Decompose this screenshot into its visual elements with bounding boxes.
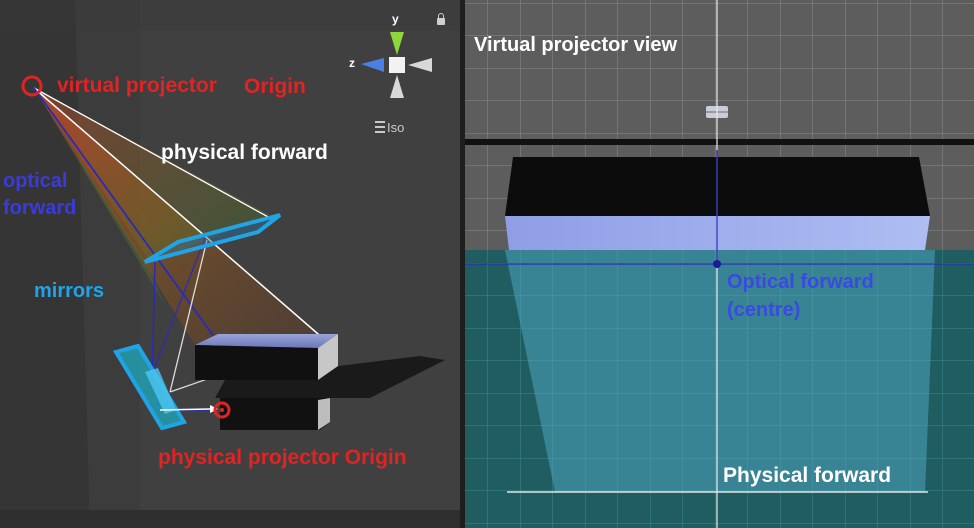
gizmo-z-label: z [349,56,355,70]
scene-view-panel[interactable]: y z Iso virtual projector Origin physica… [0,0,460,528]
physical-forward-label-right: Physical forward [723,464,892,487]
lower-box [220,398,330,430]
virtual-projector-view-panel[interactable]: Virtual projector view Optical forward (… [465,0,974,528]
optical-centre-marker [713,260,721,268]
lock-icon[interactable] [437,13,445,25]
optical-forward-centre-line1: Optical forward [727,271,874,293]
physical-projector-label: physical projector Origin [158,446,407,469]
upper-box [195,334,338,380]
view-title: Virtual projector view [474,34,678,56]
optical-forward-label-line2: forward [3,197,77,219]
virtual-origin-label: Origin [244,75,306,98]
gizmo-y-label: y [392,12,399,26]
projection-mode-toggle[interactable]: Iso [375,120,404,135]
optical-forward-centre-line2: (centre) [727,299,801,321]
menu-icon [375,121,385,133]
virtual-projector-canvas [465,0,974,528]
scene-screenshot: y z Iso virtual projector Origin physica… [0,0,974,528]
virtual-projector-label: virtual projector [57,74,217,97]
mirrors-label: mirrors [34,280,105,302]
projection-mode-label: Iso [387,120,405,135]
physical-forward-label: physical forward [161,141,328,164]
optical-forward-label-line1: optical [3,170,68,192]
